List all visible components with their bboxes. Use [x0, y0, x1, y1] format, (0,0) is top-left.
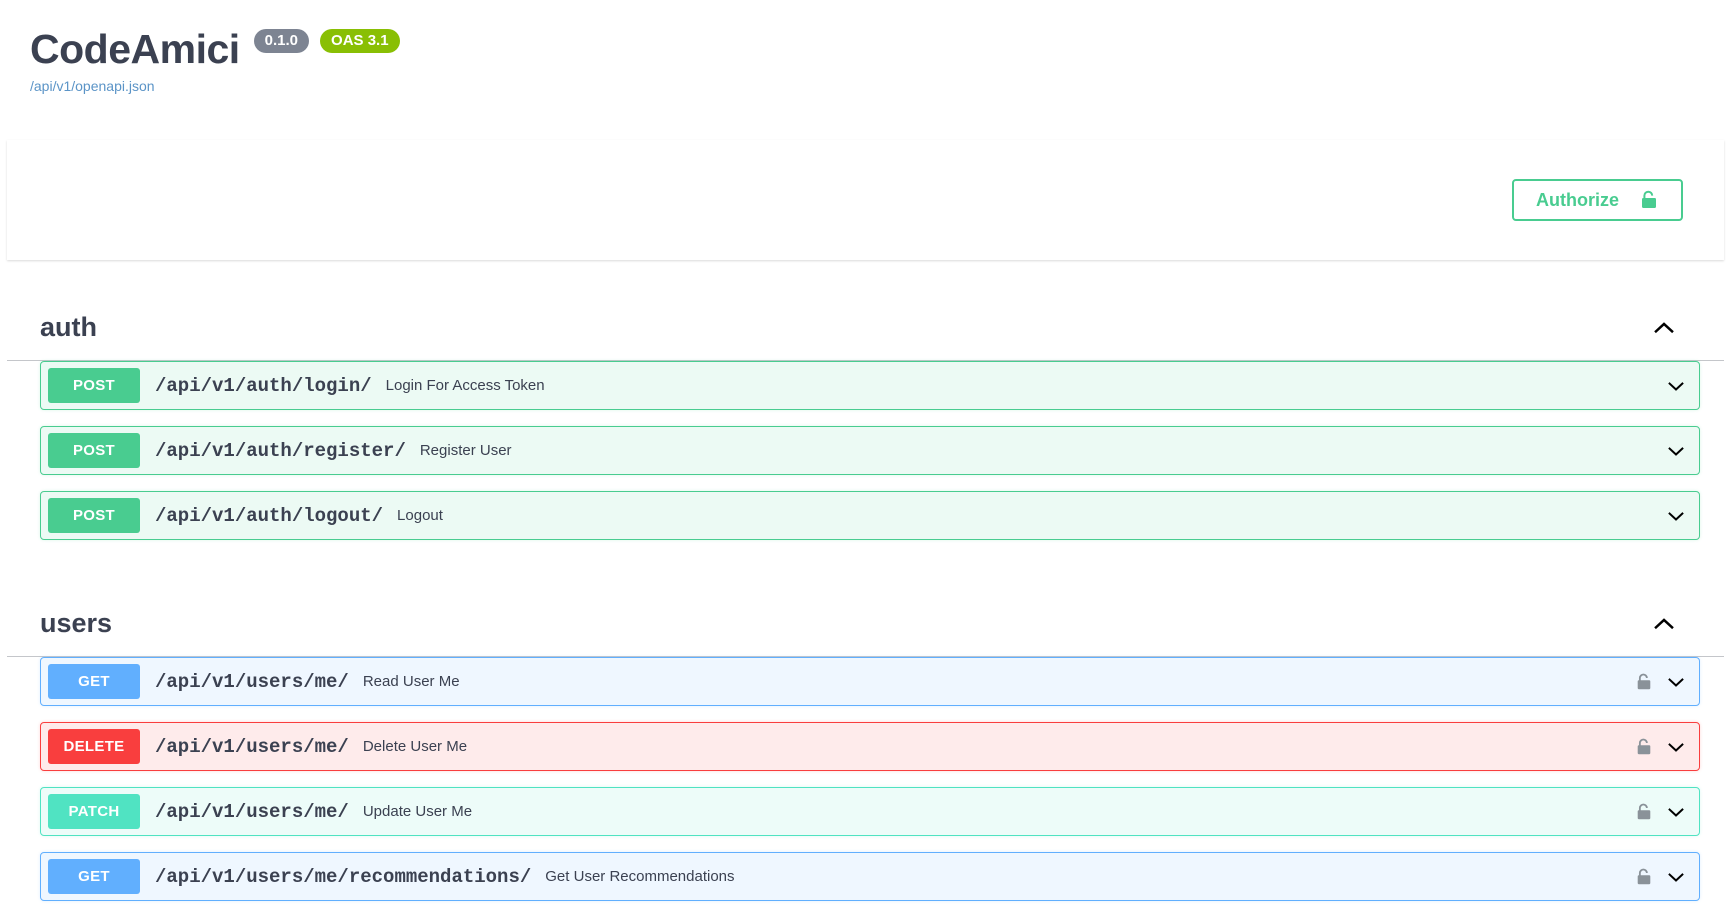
operation-summary: Delete User Me [362, 738, 468, 756]
operation-summary: Read User Me [362, 673, 460, 691]
http-method-badge: PATCH [48, 794, 140, 830]
operation-path: /api/v1/auth/logout/ [155, 504, 384, 527]
chevron-down-icon[interactable] [1659, 671, 1693, 693]
operation-row[interactable]: PATCH /api/v1/users/me/ Update User Me [40, 787, 1700, 837]
tag-section-users: users GET /api/v1/users/me/ Read User Me [7, 556, 1724, 902]
lock-icon[interactable] [1635, 738, 1653, 756]
page-title: CodeAmici [30, 26, 240, 72]
operation-row[interactable]: DELETE /api/v1/users/me/ Delete User Me [40, 722, 1700, 772]
version-badge: 0.1.0 [253, 28, 310, 53]
api-info-header: CodeAmici 0.1.0 OAS 3.1 /api/v1/openapi.… [0, 0, 1731, 94]
lock-icon[interactable] [1635, 868, 1653, 886]
http-method-badge: GET [48, 859, 140, 895]
chevron-down-icon[interactable] [1659, 866, 1693, 888]
operation-row[interactable]: POST /api/v1/auth/register/ Register Use… [40, 426, 1700, 476]
chevron-down-icon[interactable] [1659, 801, 1693, 823]
chevron-up-icon[interactable] [1651, 315, 1677, 341]
operation-path: /api/v1/auth/login/ [155, 374, 372, 397]
http-method-badge: POST [48, 368, 140, 404]
operation-summary: Get User Recommendations [545, 868, 735, 886]
chevron-down-icon[interactable] [1659, 440, 1693, 462]
operation-path: /api/v1/users/me/ [155, 735, 349, 758]
scheme-container: Authorize [7, 140, 1724, 261]
chevron-up-icon[interactable] [1651, 611, 1677, 637]
auth-wrapper: Authorize [37, 179, 1694, 222]
chevron-down-icon[interactable] [1659, 505, 1693, 527]
operation-row[interactable]: GET /api/v1/users/me/ Read User Me [40, 657, 1700, 707]
http-method-badge: DELETE [48, 729, 140, 765]
authorize-button-label: Authorize [1536, 190, 1619, 211]
operation-path: /api/v1/users/me/ [155, 800, 349, 823]
openapi-spec-link[interactable]: /api/v1/openapi.json [30, 78, 1701, 94]
tag-name-users: users [40, 608, 113, 639]
title-row: CodeAmici 0.1.0 OAS 3.1 [30, 26, 1701, 73]
tag-header-auth[interactable]: auth [7, 295, 1724, 362]
oas-version-badge: OAS 3.1 [320, 28, 400, 53]
operation-summary: Update User Me [362, 803, 473, 821]
operation-row[interactable]: POST /api/v1/auth/logout/ Logout [40, 491, 1700, 541]
tag-name-auth: auth [40, 312, 97, 343]
operation-path: /api/v1/users/me/recommendations/ [155, 865, 532, 888]
authorize-button[interactable]: Authorize [1512, 179, 1683, 222]
tag-header-users[interactable]: users [7, 591, 1724, 658]
chevron-down-icon[interactable] [1659, 736, 1693, 758]
operation-summary: Login For Access Token [385, 377, 545, 395]
tag-section-auth: auth POST /api/v1/auth/login/ Login For … [7, 260, 1724, 541]
operation-summary: Logout [397, 507, 443, 525]
operation-summary: Register User [419, 442, 512, 460]
operation-row[interactable]: GET /api/v1/users/me/recommendations/ Ge… [40, 852, 1700, 902]
operation-path: /api/v1/users/me/ [155, 670, 349, 693]
operation-row[interactable]: POST /api/v1/auth/login/ Login For Acces… [40, 361, 1700, 411]
chevron-down-icon[interactable] [1659, 375, 1693, 397]
operation-path: /api/v1/auth/register/ [155, 439, 406, 462]
unlock-icon [1639, 190, 1659, 210]
http-method-badge: POST [48, 498, 140, 534]
http-method-badge: POST [48, 433, 140, 469]
lock-icon[interactable] [1635, 803, 1653, 821]
lock-icon[interactable] [1635, 673, 1653, 691]
swagger-ui-root: CodeAmici 0.1.0 OAS 3.1 /api/v1/openapi.… [0, 0, 1731, 902]
http-method-badge: GET [48, 664, 140, 700]
